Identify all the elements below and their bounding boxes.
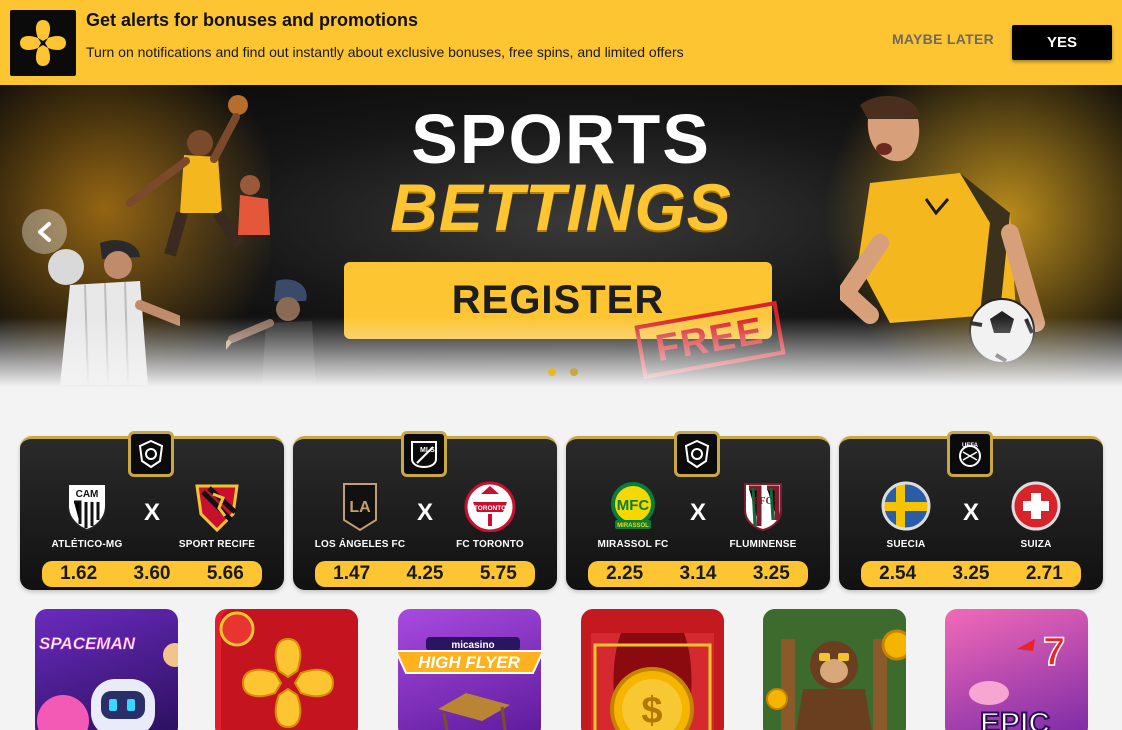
notification-banner: Get alerts for bonuses and promotions Tu…	[0, 0, 1122, 85]
svg-text:UEFA: UEFA	[962, 443, 979, 449]
game-tile-brand[interactable]	[215, 609, 358, 730]
carousel-dot[interactable]	[548, 368, 556, 376]
odds-bar: 2.54 3.25 2.71	[861, 561, 1081, 587]
maybe-later-button[interactable]: MAYBE LATER	[883, 31, 1003, 53]
team-name: SPORT RECIFE	[178, 539, 256, 550]
svg-text:$: $	[641, 690, 662, 730]
odd-draw[interactable]: 3.60	[134, 563, 171, 585]
away-team: TORONTO FC TORONTO	[435, 479, 545, 550]
chevron-left-icon	[37, 221, 51, 242]
team-name: MIRASSOL FC	[597, 539, 669, 550]
fluminense-crest-icon: FFC	[736, 479, 790, 533]
yes-button[interactable]: YES	[1012, 25, 1112, 60]
odd-away[interactable]: 5.66	[207, 563, 244, 585]
team-name: LOS ÁNGELES FC	[314, 539, 406, 550]
odd-home[interactable]: 1.62	[60, 563, 97, 585]
game-tile-coin[interactable]: $	[581, 609, 724, 730]
match-card[interactable]: MLS LA LOS ÁNGELES FC X TORONTO FC TORON…	[293, 431, 557, 590]
sport-recife-crest-icon	[190, 479, 244, 533]
odd-home[interactable]: 2.25	[606, 563, 643, 585]
carousel-dots	[548, 368, 578, 376]
away-team: SUIZA	[981, 479, 1091, 550]
brand-logo-icon	[10, 10, 76, 76]
notification-body: Turn on notifications and find out insta…	[86, 44, 684, 60]
match-card[interactable]: MFC MIRASSOL MIRASSOL FC X FFC FLUMINENSE…	[566, 431, 830, 590]
uefa-icon: UEFA	[947, 431, 993, 477]
team-name: FLUMINENSE	[729, 539, 797, 550]
odd-draw[interactable]: 3.25	[953, 563, 990, 585]
team-name: ATLÉTICO-MG	[51, 539, 123, 550]
match-card[interactable]: CAM ATLÉTICO-MG X SPORT RECIFE 1.62 3.60…	[20, 431, 284, 590]
svg-text:micasino: micasino	[451, 640, 494, 651]
svg-text:HIGH FLYER: HIGH FLYER	[418, 653, 520, 672]
team-name: SUIZA	[1020, 539, 1052, 550]
game-tile-epic[interactable]: 7 EPIC	[945, 609, 1088, 730]
odd-home[interactable]: 2.54	[879, 563, 916, 585]
hero-banner[interactable]: SPORTS BETTINGS REGISTER FREE	[0, 85, 1122, 387]
odds-bar: 1.62 3.60 5.66	[42, 561, 262, 587]
game-tile-high-flyer[interactable]: micasino HIGH FLYER	[398, 609, 541, 730]
game-tile-spaceman[interactable]: SPACEMAN	[35, 609, 178, 730]
notification-title: Get alerts for bonuses and promotions	[86, 10, 419, 30]
mls-icon: MLS	[401, 431, 447, 477]
svg-text:TORONTO: TORONTO	[474, 505, 506, 512]
brasileirao-icon	[674, 431, 720, 477]
away-team: FFC FLUMINENSE	[708, 479, 818, 550]
svg-text:EPIC: EPIC	[980, 707, 1050, 730]
carousel-dot[interactable]	[570, 368, 578, 376]
away-team: SPORT RECIFE	[162, 479, 272, 550]
toronto-fc-crest-icon: TORONTO	[463, 479, 517, 533]
game-tile-monkey[interactable]	[763, 609, 906, 730]
brasileirao-icon	[128, 431, 174, 477]
odd-draw[interactable]: 3.14	[680, 563, 717, 585]
svg-text:FFC: FFC	[753, 496, 772, 507]
odd-away[interactable]: 2.71	[1026, 563, 1063, 585]
odd-draw[interactable]: 4.25	[407, 563, 444, 585]
odds-bar: 2.25 3.14 3.25	[588, 561, 808, 587]
svg-text:MLS: MLS	[420, 447, 435, 454]
svg-text:7: 7	[1043, 630, 1065, 674]
carousel-prev-button[interactable]	[22, 209, 67, 254]
match-card[interactable]: UEFA SUECIA X SUIZA 2.54 3.25 2.71	[839, 431, 1103, 590]
odd-away[interactable]: 5.75	[480, 563, 517, 585]
svg-text:SPACEMAN: SPACEMAN	[39, 634, 136, 653]
switzerland-flag-icon	[1009, 479, 1063, 533]
odd-home[interactable]: 1.47	[333, 563, 370, 585]
team-name: FC TORONTO	[456, 539, 524, 550]
odd-away[interactable]: 3.25	[753, 563, 790, 585]
team-name: SUECIA	[886, 539, 926, 550]
odds-bar: 1.47 4.25 5.75	[315, 561, 535, 587]
